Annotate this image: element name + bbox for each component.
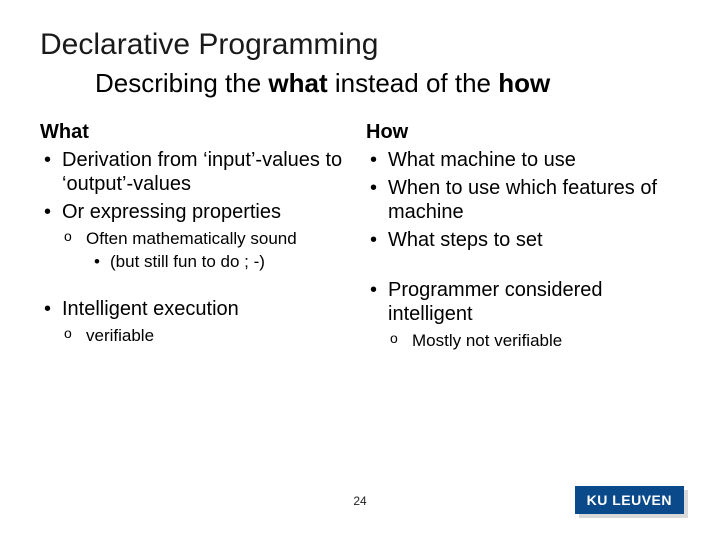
- slide-title: Declarative Programming: [40, 28, 680, 62]
- left-sublist: Often mathematically sound (but still fu…: [40, 228, 354, 273]
- list-item: Or expressing properties: [40, 200, 354, 224]
- left-column: What Derivation from ‘input’-values to ‘…: [40, 121, 354, 353]
- right-sublist: Mostly not verifiable: [366, 330, 680, 351]
- right-heading: How: [366, 121, 680, 144]
- left-heading: What: [40, 121, 354, 144]
- columns: What Derivation from ‘input’-values to ‘…: [40, 121, 680, 353]
- list-item: Programmer considered intelligent: [366, 278, 680, 326]
- page-number: 24: [353, 494, 366, 508]
- list-item: Intelligent execution: [40, 297, 354, 321]
- list-item: Often mathematically sound (but still fu…: [40, 228, 354, 273]
- sublist-text: Often mathematically sound: [86, 229, 297, 248]
- kuleuven-logo: KU LEUVEN: [575, 486, 684, 514]
- slide: Declarative Programming Describing the w…: [0, 0, 720, 540]
- left-list-2: Intelligent execution: [40, 297, 354, 321]
- right-list-2: Programmer considered intelligent: [366, 278, 680, 326]
- subtitle-bold-1: what: [268, 68, 327, 98]
- slide-subtitle: Describing the what instead of the how: [95, 68, 680, 99]
- list-item: verifiable: [40, 325, 354, 346]
- subtitle-mid: instead of the: [328, 68, 499, 98]
- left-subsublist: (but still fun to do ; -): [86, 251, 354, 272]
- left-list: Derivation from ‘input’-values to ‘outpu…: [40, 148, 354, 224]
- list-item: (but still fun to do ; -): [86, 251, 354, 272]
- list-item: When to use which features of machine: [366, 176, 680, 224]
- list-item: Mostly not verifiable: [366, 330, 680, 351]
- subtitle-bold-2: how: [498, 68, 550, 98]
- list-item: Derivation from ‘input’-values to ‘outpu…: [40, 148, 354, 196]
- list-item: What steps to set: [366, 228, 680, 252]
- left-sublist-2: verifiable: [40, 325, 354, 346]
- right-list: What machine to use When to use which fe…: [366, 148, 680, 252]
- right-column: How What machine to use When to use whic…: [366, 121, 680, 353]
- subtitle-pre: Describing the: [95, 68, 268, 98]
- list-item: What machine to use: [366, 148, 680, 172]
